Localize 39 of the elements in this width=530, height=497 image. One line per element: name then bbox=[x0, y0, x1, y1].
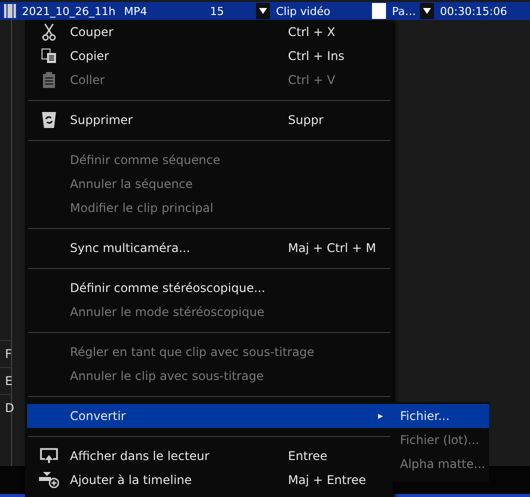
shortcut-text: Ctrl + V bbox=[288, 73, 336, 87]
dropdown-button[interactable] bbox=[420, 3, 434, 19]
film-icon bbox=[4, 4, 16, 18]
shortcut-text: Ctrl + Ins bbox=[288, 49, 344, 63]
display-arrow-icon bbox=[40, 448, 58, 464]
submenu-arrow: ▸ bbox=[378, 410, 383, 422]
clip-type: Clip vidéo bbox=[276, 4, 332, 18]
caret-icon bbox=[259, 8, 267, 14]
shortcut-text: Maj + Ctrl + M bbox=[288, 241, 376, 255]
file-name: 2021_10_26_11h bbox=[22, 4, 116, 18]
shortcut-text: Suppr bbox=[288, 113, 324, 127]
menu-item[interactable]: Afficher dans le lecteur Entree bbox=[27, 444, 391, 468]
clipboard-icon bbox=[42, 72, 54, 88]
table-cell: Pa… bbox=[392, 4, 414, 18]
copy-icon bbox=[40, 48, 56, 64]
menu-item[interactable]: Copier Ctrl + Ins bbox=[27, 44, 391, 68]
file-format: MP4 bbox=[124, 4, 148, 18]
caret-icon bbox=[423, 8, 431, 14]
menu-item[interactable]: Fichier... bbox=[390, 404, 489, 428]
menu-item[interactable]: Couper Ctrl + X bbox=[27, 20, 391, 44]
color-swatch bbox=[372, 3, 386, 19]
menu-item[interactable]: Définir comme stéréoscopique... bbox=[27, 276, 391, 300]
menu-item[interactable]: Ajouter à la timeline Maj + Entree bbox=[27, 468, 391, 492]
frame-rate: 15 bbox=[210, 4, 225, 18]
list-row-label: D bbox=[0, 394, 11, 421]
shortcut-text: Entree bbox=[288, 449, 328, 463]
dropdown-button[interactable] bbox=[256, 3, 270, 19]
menu-item[interactable]: Sync multicaméra... Maj + Ctrl + M bbox=[27, 236, 391, 260]
recycle-bin-icon bbox=[42, 112, 56, 128]
selected-file-row[interactable]: 2021_10_26_11h MP4 15 Clip vidéo Pa… 00:30:15:06 bbox=[0, 2, 530, 20]
shortcut-text: Ctrl + X bbox=[288, 25, 336, 39]
menu-item[interactable]: Supprimer Suppr bbox=[27, 108, 391, 132]
menu-item[interactable]: Convertir ▸ bbox=[27, 404, 391, 428]
scissors-icon bbox=[42, 23, 56, 41]
clip-duration: 00:30:15:06 bbox=[440, 4, 508, 18]
shortcut-text: Maj + Entree bbox=[288, 473, 366, 487]
list-row-label: F bbox=[0, 340, 11, 367]
add-to-timeline-icon bbox=[38, 472, 58, 488]
list-row-label: E bbox=[0, 367, 11, 394]
